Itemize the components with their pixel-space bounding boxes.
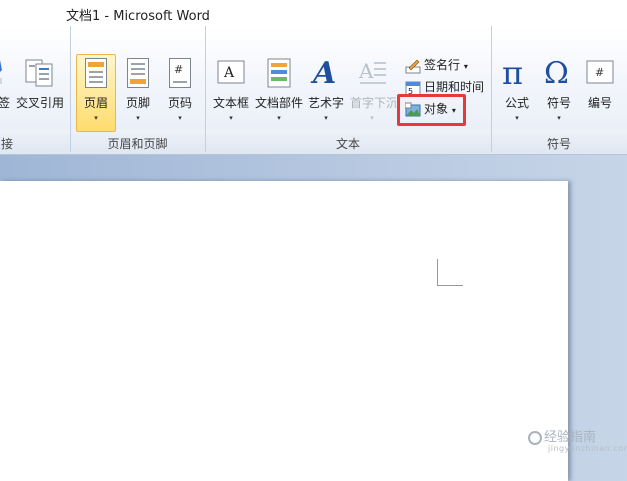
footer-button[interactable]: 页脚 ▾ (120, 28, 156, 132)
text-group-label: 文本 (335, 137, 360, 151)
page-number-button[interactable]: # 页码 ▾ (162, 28, 198, 132)
cross-reference-button[interactable]: 交叉引用 (14, 28, 66, 128)
header-icon (85, 58, 107, 88)
bookmark-label: 签 (0, 96, 11, 110)
header-label: 页眉 (83, 96, 108, 110)
links-group-label: 接 (0, 137, 13, 151)
wordart-dropdown-icon: ▾ (324, 114, 328, 122)
cross-reference-icon (25, 59, 53, 87)
text-box-icon: A (217, 60, 245, 84)
title-bar: 文档1 - Microsoft Word (0, 0, 627, 28)
omega-icon: Ω (544, 56, 569, 91)
watermark-text: 经验指南 (544, 430, 597, 445)
drop-cap-label: 首字下沉 (350, 96, 396, 110)
signature-line-button[interactable]: 签名行 ▾ (405, 55, 468, 75)
watermark: 经验指南 (528, 426, 596, 445)
bookmark-button[interactable]: 签 (0, 28, 10, 128)
wordart-label: 艺术字 (307, 96, 344, 110)
symbol-label: 符号 (546, 96, 571, 110)
bookmark-icon (0, 60, 2, 84)
drop-cap-dropdown-icon: ▾ (370, 114, 374, 122)
number-button[interactable]: # 编号 (580, 28, 620, 132)
quick-parts-label: 文档部件 (254, 96, 303, 110)
page-number-dropdown-icon: ▾ (178, 114, 182, 122)
header-footer-group-label: 页眉和页脚 (107, 137, 168, 151)
quick-parts-dropdown-icon: ▾ (277, 114, 281, 122)
equation-dropdown-icon: ▾ (515, 114, 519, 122)
wordart-icon: A (313, 56, 337, 91)
watermark-url: jingyanzhinan.com (548, 444, 627, 453)
number-label: 编号 (587, 96, 612, 110)
equation-label: 公式 (504, 96, 529, 110)
group-separator (205, 26, 206, 152)
signature-line-dropdown-icon: ▾ (463, 62, 468, 71)
drop-cap-icon: A (358, 59, 386, 84)
header-button[interactable]: 页眉 ▾ (76, 28, 116, 132)
text-box-dropdown-icon: ▾ (229, 114, 233, 122)
cross-reference-label: 交叉引用 (15, 96, 64, 110)
date-time-label: 日期和时间 (424, 80, 485, 94)
symbol-dropdown-icon: ▾ (557, 114, 561, 122)
header-dropdown-icon: ▾ (94, 114, 98, 122)
signature-line-label: 签名行 (424, 58, 461, 72)
equation-button[interactable]: π 公式 ▾ (497, 28, 537, 132)
object-callout-highlight (397, 94, 466, 126)
document-page[interactable] (0, 181, 568, 481)
footer-label: 页脚 (125, 96, 150, 110)
symbol-button[interactable]: Ω 符号 ▾ (539, 28, 579, 132)
text-box-label: 文本框 (212, 96, 249, 110)
pi-icon: π (502, 54, 524, 92)
quick-parts-icon (267, 58, 291, 88)
footer-icon (127, 58, 149, 88)
page-number-label: 页码 (167, 96, 192, 110)
svg-text:A: A (358, 59, 374, 83)
symbols-group-label: 符号 (546, 137, 571, 151)
svg-text:A: A (223, 65, 235, 81)
signature-pen-icon (405, 59, 421, 73)
group-separator (70, 26, 71, 152)
number-icon: # (586, 60, 614, 84)
group-separator (491, 26, 492, 152)
page-number-icon: # (169, 58, 191, 88)
drop-cap-button[interactable]: A 首字下沉 ▾ (348, 28, 396, 132)
svg-text:#: # (595, 66, 604, 79)
window-title: 文档1 - Microsoft Word (66, 9, 210, 24)
watermark-logo-icon (528, 430, 542, 445)
margin-corner-mark (437, 285, 463, 286)
text-box-button[interactable]: A 文本框 ▾ (210, 28, 252, 132)
margin-corner-mark (437, 259, 438, 285)
quick-parts-button[interactable]: 文档部件 ▾ (254, 28, 304, 132)
footer-dropdown-icon: ▾ (136, 114, 140, 122)
wordart-button[interactable]: A 艺术字 ▾ (306, 28, 346, 132)
